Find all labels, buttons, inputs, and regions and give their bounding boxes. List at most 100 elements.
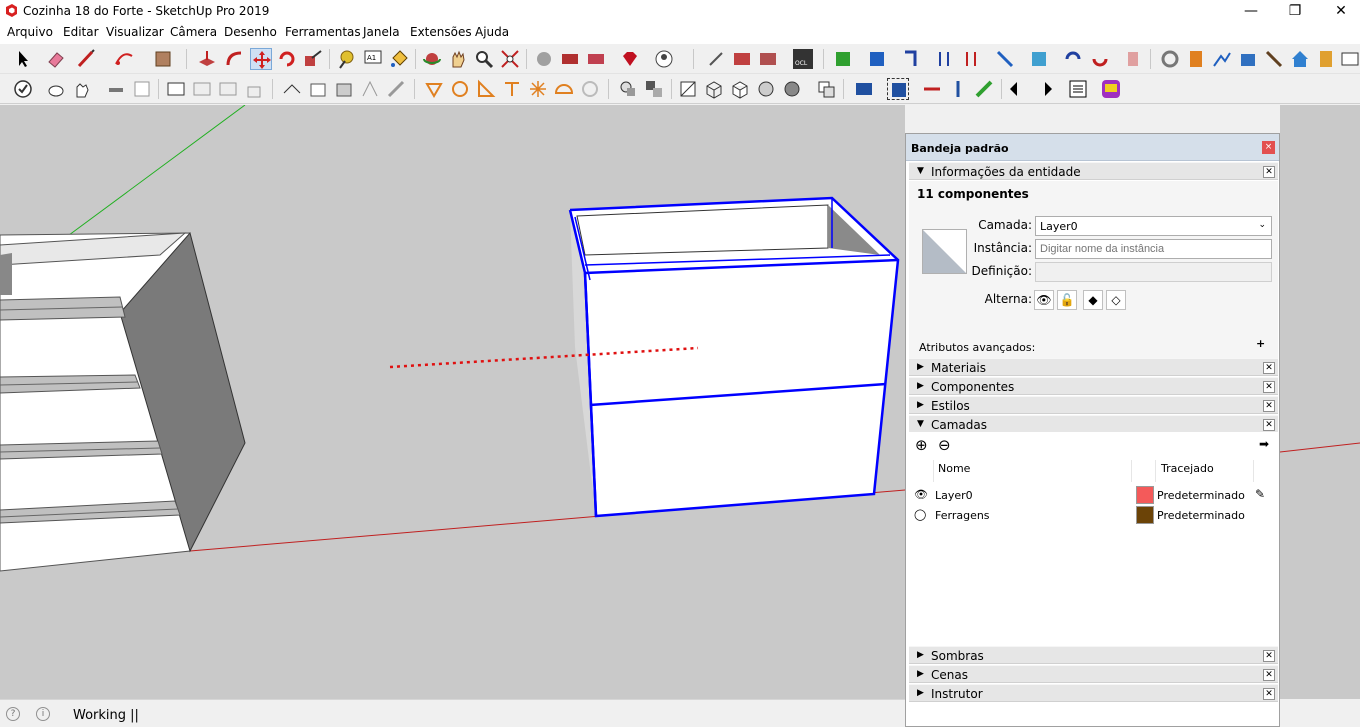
scale-tool-icon[interactable]: [302, 48, 324, 70]
plugin-tool-18-icon[interactable]: [1263, 48, 1285, 70]
receive-shadows-icon[interactable]: ◆: [1083, 290, 1103, 310]
section-materials[interactable]: ▶ Materiais ✕: [909, 358, 1278, 376]
layer-color-swatch[interactable]: [1136, 506, 1154, 524]
tape-measure-tool-icon[interactable]: [336, 48, 358, 70]
menu-ferramentas[interactable]: Ferramentas: [285, 25, 361, 39]
section-close-icon[interactable]: ✕: [1263, 650, 1275, 662]
section-layers[interactable]: ▼ Camadas ✕: [909, 415, 1278, 433]
teapot-icon[interactable]: [45, 78, 67, 100]
plugin-tool-1-icon[interactable]: [705, 48, 727, 70]
instance-name-input[interactable]: [1035, 239, 1272, 259]
sandbox-2-icon[interactable]: [307, 78, 329, 100]
distribute-icon[interactable]: [921, 78, 943, 100]
plugin-row2-5-icon[interactable]: [217, 78, 239, 100]
plugin-tool-20-icon[interactable]: [1339, 48, 1360, 70]
eye-icon[interactable]: 👁: [914, 488, 928, 501]
paint-bucket-tool-icon[interactable]: [388, 48, 410, 70]
section-close-icon[interactable]: ✕: [1263, 362, 1275, 374]
plugin-row2-4-icon[interactable]: [191, 78, 213, 100]
checkmark-circle-icon[interactable]: [12, 78, 34, 100]
section-entity-info[interactable]: ▼ Informações da entidade ✕: [909, 162, 1278, 180]
eraser-tool-icon[interactable]: [45, 48, 67, 70]
plugin-row2-11-icon[interactable]: [553, 78, 575, 100]
info-icon[interactable]: i: [36, 707, 50, 721]
plugin-row2-12-icon[interactable]: [579, 78, 601, 100]
plugin-row2-1-icon[interactable]: [105, 78, 127, 100]
layer-dash[interactable]: Predeterminado: [1157, 489, 1245, 502]
arrows-left-icon[interactable]: [1007, 78, 1029, 100]
plugin-tool-3-icon[interactable]: [757, 48, 779, 70]
model-viewport-edge[interactable]: [1280, 105, 1360, 699]
plugin-tool-15-icon[interactable]: [1185, 48, 1207, 70]
menu-visualizar[interactable]: Visualizar: [106, 25, 164, 39]
col-header-dash[interactable]: Tracejado: [1161, 462, 1214, 475]
rotate-diag-icon[interactable]: [973, 78, 995, 100]
plugin-row2-2-icon[interactable]: [131, 78, 153, 100]
minimize-button[interactable]: —: [1228, 0, 1274, 22]
wireframe-style-icon[interactable]: [703, 78, 725, 100]
text-list-icon[interactable]: [1067, 78, 1089, 100]
plugin-tool-8-icon[interactable]: [960, 48, 982, 70]
plugin-tool-14-icon[interactable]: [1159, 48, 1181, 70]
col-header-name[interactable]: Nome: [938, 462, 970, 475]
plugin-tool-2-icon[interactable]: [731, 48, 753, 70]
plugin-tool-16-icon[interactable]: [1211, 48, 1233, 70]
hidden-line-style-icon[interactable]: [729, 78, 751, 100]
tray-close-button[interactable]: ×: [1262, 141, 1275, 154]
plugin-tool-12-icon[interactable]: [1089, 48, 1111, 70]
orbit-tool-icon[interactable]: [421, 48, 443, 70]
geolocation-icon[interactable]: ?: [6, 707, 20, 721]
section-instructor[interactable]: ▶ Instrutor ✕: [909, 684, 1278, 702]
plugin-tool-7-icon[interactable]: [933, 48, 955, 70]
shaded-style-icon[interactable]: [755, 78, 777, 100]
warehouse-icon[interactable]: [533, 48, 555, 70]
plugin-row2-10-icon[interactable]: [527, 78, 549, 100]
sandbox-3-icon[interactable]: [333, 78, 355, 100]
lock-toggle-icon[interactable]: 🔓: [1057, 290, 1077, 310]
menu-arquivo[interactable]: Arquivo: [7, 25, 53, 39]
plugin-row2-14-icon[interactable]: [643, 78, 665, 100]
lock-icon[interactable]: [243, 78, 265, 100]
hand-icon[interactable]: [71, 78, 93, 100]
plugin-row2-3-icon[interactable]: [165, 78, 187, 100]
section-shadows[interactable]: ▶ Sombras ✕: [909, 646, 1278, 664]
share-model-icon[interactable]: [585, 48, 607, 70]
zoom-tool-icon[interactable]: [473, 48, 495, 70]
pan-tool-icon[interactable]: [447, 48, 469, 70]
layer-details-icon[interactable]: ➡: [1259, 437, 1269, 451]
layer-row[interactable]: ◯ Ferragens Predeterminado: [909, 505, 1278, 525]
home-icon[interactable]: [1289, 48, 1311, 70]
menu-editar[interactable]: Editar: [63, 25, 99, 39]
layer-select[interactable]: Layer0 ⌄: [1035, 216, 1272, 236]
plugin-row2-13-icon[interactable]: [617, 78, 639, 100]
dimension-tool-icon[interactable]: A1: [362, 48, 384, 70]
vertical-icon[interactable]: [947, 78, 969, 100]
user-account-icon[interactable]: [653, 48, 675, 70]
plugin-tool-4-icon[interactable]: [832, 48, 854, 70]
plugin-row2-9-icon[interactable]: [501, 78, 523, 100]
menu-desenho[interactable]: Desenho: [224, 25, 277, 39]
section-close-icon[interactable]: ✕: [1263, 400, 1275, 412]
line-tool-icon[interactable]: [75, 48, 97, 70]
sandbox-5-icon[interactable]: [385, 78, 407, 100]
section-components[interactable]: ▶ Componentes ✕: [909, 377, 1278, 395]
cast-shadows-icon[interactable]: ◇: [1106, 290, 1126, 310]
zoom-extents-tool-icon[interactable]: [499, 48, 521, 70]
section-styles[interactable]: ▶ Estilos ✕: [909, 396, 1278, 414]
menu-janela[interactable]: Janela: [363, 25, 400, 39]
layer-color-swatch[interactable]: [1136, 486, 1154, 504]
plugin-row2-6-icon[interactable]: [423, 78, 445, 100]
extension-warehouse-icon[interactable]: [559, 48, 581, 70]
menu-camera[interactable]: Câmera: [170, 25, 217, 39]
section-close-icon[interactable]: ✕: [1263, 669, 1275, 681]
chat-icon[interactable]: [1100, 78, 1122, 100]
xray-style-icon[interactable]: [677, 78, 699, 100]
monochrome-style-icon[interactable]: [815, 78, 837, 100]
menu-ajuda[interactable]: Ajuda: [475, 25, 509, 39]
section-close-icon[interactable]: ✕: [1263, 688, 1275, 700]
plugin-row2-8-icon[interactable]: [475, 78, 497, 100]
sandbox-4-icon[interactable]: [359, 78, 381, 100]
ruby-console-icon[interactable]: [619, 48, 641, 70]
hidden-eye-icon[interactable]: ◯: [914, 508, 926, 521]
add-layer-icon[interactable]: ⊕: [915, 436, 928, 454]
